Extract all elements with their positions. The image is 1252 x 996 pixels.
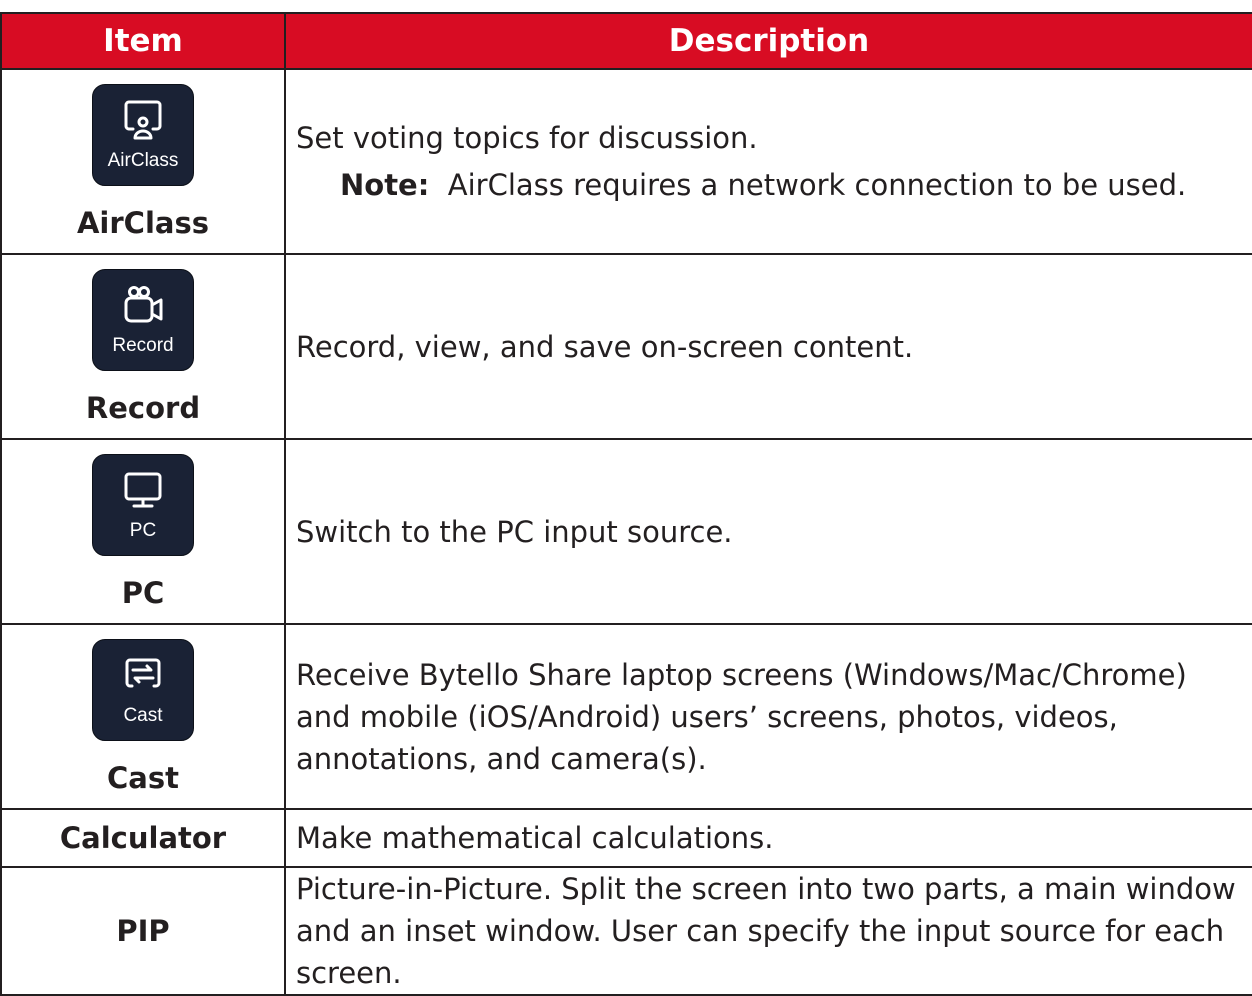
item-cell: PIP xyxy=(0,866,286,996)
video-camera-icon xyxy=(124,285,163,322)
table-header-row: Item Description xyxy=(0,12,1252,70)
tile-label: Record xyxy=(112,334,174,356)
note-text: AirClass requires a network connection t… xyxy=(447,168,1187,202)
description-text: Switch to the PC input source. xyxy=(296,514,733,549)
monitor-icon xyxy=(124,472,162,507)
tile-label: PC xyxy=(129,519,157,541)
description-cell: Picture-in-Picture. Split the screen int… xyxy=(284,866,1252,996)
item-name: Record xyxy=(85,390,201,425)
description-text: Set voting topics for discussion. xyxy=(296,121,758,155)
item-name: PIP xyxy=(116,914,170,948)
note-label: Note: xyxy=(340,168,430,202)
item-name: Cast xyxy=(107,760,179,795)
description-cell: Set voting topics for discussion. Note: … xyxy=(284,68,1252,255)
description-text: Receive Bytello Share laptop screens (Wi… xyxy=(296,657,1187,776)
description-cell: Make mathematical calculations. xyxy=(284,808,1252,868)
item-name: Calculator xyxy=(59,821,227,855)
table-row-record: Record Record Record, view, and save on-… xyxy=(0,253,1252,440)
description-text: Record, view, and save on-screen content… xyxy=(296,329,914,364)
airclass-app-tile: AirClass xyxy=(92,83,194,186)
tile-label: AirClass xyxy=(107,149,179,171)
pc-app-tile: PC xyxy=(92,453,194,556)
item-name: PC xyxy=(121,575,165,610)
description-cell: Receive Bytello Share laptop screens (Wi… xyxy=(284,623,1252,810)
item-cell: Calculator xyxy=(0,808,286,868)
description-text: Make mathematical calculations. xyxy=(296,821,774,855)
table-row-pc: PC PC Switch to the PC input source. xyxy=(0,438,1252,625)
item-cell: Record Record xyxy=(0,253,286,440)
table-row-calculator: Calculator Make mathematical calculation… xyxy=(0,808,1252,868)
cast-app-tile: Cast xyxy=(92,638,194,741)
feature-table: Item Description AirClass AirClass Set v… xyxy=(0,12,1252,996)
item-cell: AirClass AirClass xyxy=(0,68,286,255)
table-row-airclass: AirClass AirClass Set voting topics for … xyxy=(0,68,1252,255)
record-app-tile: Record xyxy=(92,268,194,371)
item-cell: PC PC xyxy=(0,438,286,625)
table-row-pip: PIP Picture-in-Picture. Split the screen… xyxy=(0,866,1252,996)
item-column-header: Item xyxy=(0,12,286,70)
description-column-header: Description xyxy=(284,12,1252,70)
presenter-screen-icon xyxy=(124,100,162,139)
note: Note: AirClass requires a network connec… xyxy=(296,164,1246,206)
item-name: AirClass xyxy=(76,205,209,240)
description-text: Picture-in-Picture. Split the screen int… xyxy=(296,872,1236,990)
tile-label: Cast xyxy=(123,704,163,726)
cast-arrows-icon xyxy=(125,658,161,687)
table-row-cast: Cast Cast Receive Bytello Share laptop s… xyxy=(0,623,1252,810)
description-cell: Record, view, and save on-screen content… xyxy=(284,253,1252,440)
description-cell: Switch to the PC input source. xyxy=(284,438,1252,625)
item-cell: Cast Cast xyxy=(0,623,286,810)
